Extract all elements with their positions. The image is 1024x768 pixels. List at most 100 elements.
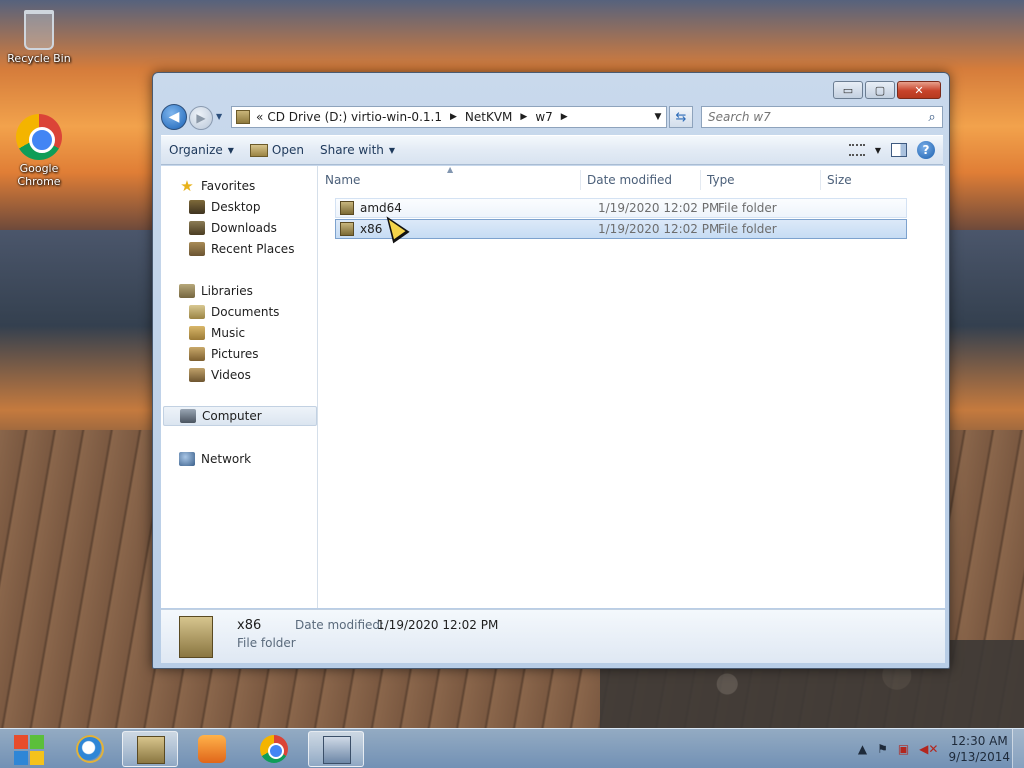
maximize-button[interactable]: ▢	[865, 81, 895, 99]
organize-label: Organize	[169, 143, 223, 157]
file-type: File folder	[718, 222, 777, 236]
nav-item-label: Recent Places	[211, 242, 295, 256]
taskbar: ▲ ⚑ ▣ ◀✕ 12:30 AM 9/13/2014	[0, 728, 1024, 768]
breadcrumb-separator-icon[interactable]: ▶	[555, 112, 574, 122]
nav-item-label: Libraries	[201, 284, 253, 298]
pictures-icon	[189, 347, 205, 361]
nav-item-label: Network	[201, 452, 252, 466]
taskbar-media-player[interactable]	[184, 731, 240, 767]
chrome-icon	[260, 735, 288, 763]
breadcrumb-overflow[interactable]: «	[254, 110, 265, 124]
search-icon[interactable]: ⌕	[922, 110, 942, 125]
taskbar-setup[interactable]	[308, 731, 364, 767]
nav-item-computer[interactable]: Computer	[163, 406, 317, 426]
nav-item-network[interactable]: Network	[179, 449, 251, 469]
address-bar[interactable]: « CD Drive (D:) virtio-win-0.1.1 ▶ NetKV…	[231, 106, 667, 128]
close-button[interactable]: ✕	[897, 81, 941, 99]
breadcrumb-w7[interactable]: w7	[533, 110, 554, 124]
windows-explorer-icon	[137, 736, 165, 764]
folder-large-icon	[179, 616, 213, 658]
nav-item-desktop[interactable]: Desktop	[189, 197, 261, 217]
window-controls: ▭ ▢ ✕	[833, 81, 941, 99]
breadcrumb-separator-icon[interactable]: ▶	[514, 112, 533, 122]
network-icon	[179, 452, 195, 466]
file-row[interactable]: amd64 1/19/2020 12:02 PM File folder	[335, 198, 907, 218]
column-header-name[interactable]: Name	[319, 170, 581, 190]
nav-item-favorites[interactable]: ★ Favorites	[179, 176, 255, 196]
system-tray: ▲ ⚑ ▣ ◀✕ 12:30 AM 9/13/2014	[858, 729, 1024, 768]
nav-item-documents[interactable]: Documents	[189, 302, 279, 322]
windows-logo-icon	[30, 751, 44, 765]
organize-button[interactable]: Organize ▼	[161, 138, 242, 162]
nav-item-downloads[interactable]: Downloads	[189, 218, 277, 238]
media-player-icon	[198, 735, 226, 763]
breadcrumb-cd-drive[interactable]: CD Drive (D:) virtio-win-0.1.1	[265, 110, 444, 124]
computer-icon	[180, 409, 196, 423]
file-date-modified: 1/19/2020 12:02 PM	[598, 222, 720, 236]
command-bar: Organize ▼ Open Share with ▼ ▼ ?	[161, 135, 943, 165]
taskbar-windows-explorer[interactable]	[122, 731, 178, 767]
column-header-size[interactable]: Size	[821, 170, 921, 190]
nav-item-label: Favorites	[201, 179, 256, 193]
command-bar-right: ▼ ?	[848, 141, 943, 159]
nav-item-label: Computer	[202, 409, 262, 423]
show-desktop-button[interactable]	[1012, 729, 1024, 768]
nav-item-recent-places[interactable]: Recent Places	[189, 239, 294, 259]
nav-item-videos[interactable]: Videos	[189, 365, 251, 385]
nav-item-libraries[interactable]: Libraries	[179, 281, 253, 301]
music-icon	[189, 326, 205, 340]
documents-icon	[189, 305, 205, 319]
views-dropdown-icon[interactable]: ▼	[875, 146, 881, 155]
desktop-icon	[189, 200, 205, 214]
nav-item-label: Pictures	[211, 347, 259, 361]
volume-muted-icon[interactable]: ◀✕	[919, 742, 938, 756]
nav-item-pictures[interactable]: Pictures	[189, 344, 259, 364]
open-button[interactable]: Open	[242, 138, 312, 162]
clock-date: 9/13/2014	[948, 750, 1010, 764]
file-type: File folder	[718, 201, 777, 215]
help-icon[interactable]: ?	[917, 141, 935, 159]
search-input[interactable]	[708, 110, 918, 124]
folder-icon	[340, 201, 354, 215]
recent-pages-dropdown[interactable]: ▼	[216, 112, 222, 121]
share-with-label: Share with	[319, 143, 384, 157]
desktop-icon-label: Recycle Bin	[7, 52, 71, 65]
file-row-selected[interactable]: x86 1/19/2020 12:02 PM File folder	[335, 219, 907, 239]
breadcrumb-netkvm[interactable]: NetKVM	[463, 110, 515, 124]
open-folder-icon	[249, 143, 268, 157]
nav-item-label: Desktop	[211, 200, 261, 214]
refresh-button[interactable]: ⇆	[669, 106, 693, 128]
nav-item-label: Documents	[211, 305, 280, 319]
start-button[interactable]	[2, 729, 56, 768]
minimize-button[interactable]: ▭	[833, 81, 863, 99]
recycle-bin-icon	[24, 10, 54, 50]
column-header-type[interactable]: Type	[701, 170, 821, 190]
windows-logo-icon	[14, 735, 28, 749]
action-center-flag-icon[interactable]: ⚑	[877, 742, 888, 756]
windows-logo-icon	[30, 735, 44, 749]
open-label: Open	[271, 143, 304, 157]
details-date-value: 1/19/2020 12:02 PM	[377, 618, 499, 632]
content-area: ★ Favorites Desktop Downloads Recent Pla…	[161, 165, 945, 608]
column-header-date-modified[interactable]: Date modified	[581, 170, 701, 190]
address-dropdown-icon[interactable]: ▼	[650, 112, 666, 122]
forward-button[interactable]: ▶	[189, 106, 213, 130]
change-view-icon[interactable]	[848, 144, 865, 156]
preview-pane-icon[interactable]	[891, 143, 907, 157]
desktop-icon-recycle-bin[interactable]: Recycle Bin	[2, 10, 76, 65]
nav-item-label: Music	[211, 326, 246, 340]
taskbar-internet-explorer[interactable]	[62, 731, 118, 767]
nav-item-music[interactable]: Music	[189, 323, 245, 343]
share-with-button[interactable]: Share with ▼	[312, 138, 403, 162]
taskbar-chrome[interactable]	[246, 731, 302, 767]
navigation-bar: ◀ ▶ ▼ « CD Drive (D:) virtio-win-0.1.1 ▶…	[161, 103, 943, 131]
desktop-icon-google-chrome[interactable]: Google Chrome	[2, 114, 76, 188]
chrome-icon	[16, 114, 62, 160]
network-disconnected-icon[interactable]: ▣	[898, 742, 909, 756]
search-box[interactable]: ⌕	[701, 106, 943, 128]
breadcrumb-separator-icon[interactable]: ▶	[444, 112, 463, 122]
details-item-type: File folder	[237, 636, 296, 650]
clock[interactable]: 12:30 AM 9/13/2014	[948, 733, 1010, 765]
show-hidden-icons-icon[interactable]: ▲	[858, 742, 867, 756]
back-button[interactable]: ◀	[161, 104, 187, 130]
